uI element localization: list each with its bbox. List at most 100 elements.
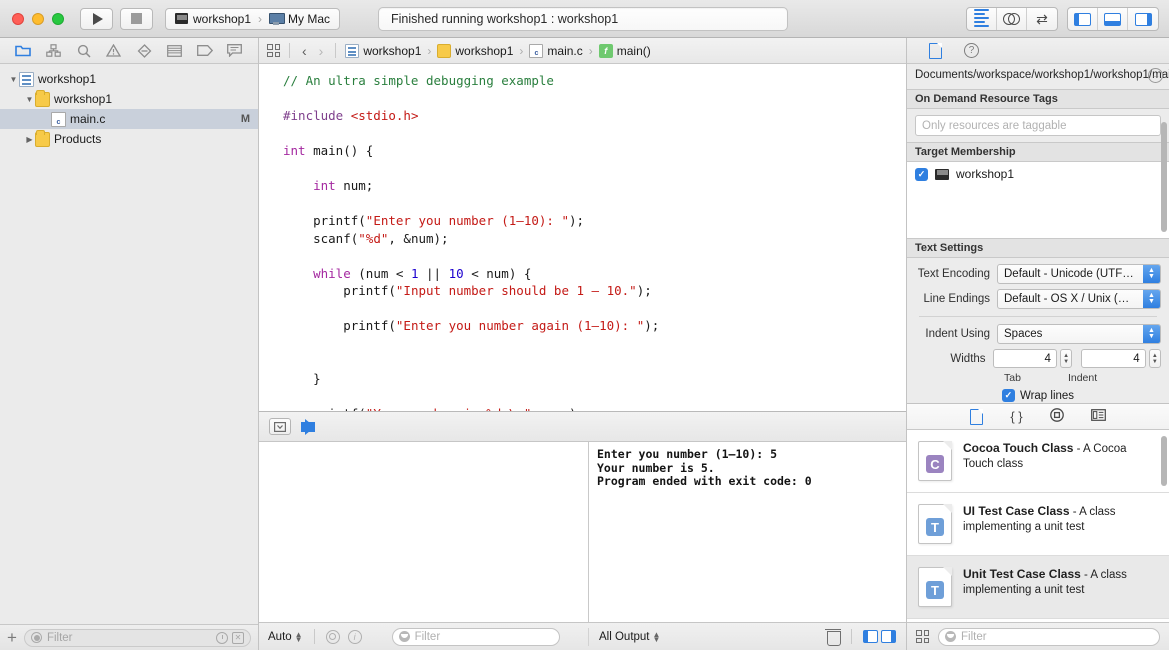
target-membership-row[interactable]: ✓ workshop1 <box>907 162 1169 186</box>
breadcrumb-item-workshop1[interactable]: workshop1 <box>345 43 421 58</box>
library-item[interactable]: T UI Test Case Class - A class implementi… <box>907 493 1169 556</box>
hide-debug-area-button[interactable] <box>269 418 291 435</box>
tree-item-label: workshop1 <box>54 92 113 106</box>
close-button[interactable] <box>12 12 24 25</box>
info-icon[interactable]: i <box>347 629 362 644</box>
run-stop-group <box>80 7 153 30</box>
code-token: ); <box>636 283 652 298</box>
scheme-selector[interactable]: workshop1 › My Mac <box>165 7 341 30</box>
report-navigator-icon[interactable] <box>226 43 244 59</box>
line-endings-select[interactable]: Default - OS X / Unix (… ▲ ▼ <box>997 289 1161 309</box>
tree-item-workshop1[interactable]: ▼ workshop1 <box>0 69 258 89</box>
console-view[interactable]: Enter you number (1–10): 5 Your number i… <box>589 442 906 622</box>
library-grid-icon[interactable] <box>916 630 929 643</box>
library-filter-placeholder: Filter <box>961 630 987 643</box>
output-popup[interactable]: All Output ▲ ▼ <box>599 630 660 643</box>
library-item-text: Unit Test Case Class - A class implement… <box>963 567 1159 597</box>
indent-width-field[interactable]: 4 <box>1081 349 1146 368</box>
stop-button[interactable] <box>120 7 153 30</box>
breadcrumb-item-workshop1[interactable]: workshop1 <box>437 43 513 58</box>
project-tree: ▼workshop1▼workshop1▼cmain.cM▶Products <box>0 64 258 624</box>
breadcrumb-item-mainc[interactable]: c main.c <box>529 43 583 58</box>
version-editor-button[interactable]: ⇄ <box>1027 8 1057 30</box>
library-filter-field[interactable]: Filter <box>938 627 1160 646</box>
navigator-tab-bar <box>0 38 258 64</box>
forward-button[interactable]: › <box>316 43 327 59</box>
wrap-lines-row[interactable]: ✓ Wrap lines <box>915 389 1161 402</box>
media-library-icon[interactable] <box>1090 409 1106 424</box>
run-button[interactable] <box>80 7 113 30</box>
toggle-navigator-button[interactable] <box>1068 8 1098 30</box>
library-item[interactable]: C Cocoa Touch Class - A Cocoa Touch class <box>907 430 1169 493</box>
indent-using-value: Spaces <box>1004 328 1043 340</box>
folder-icon <box>35 129 50 147</box>
template-glyph: T <box>926 518 944 536</box>
tree-item-workshop1[interactable]: ▼ workshop1 <box>0 89 258 109</box>
source-control-filter-icon[interactable]: ✕ <box>232 631 244 644</box>
wrap-lines-checkbox[interactable]: ✓ <box>1001 389 1015 402</box>
inspector-scrollbar[interactable] <box>1161 122 1167 232</box>
find-navigator-icon[interactable] <box>75 43 93 59</box>
template-glyph: C <box>926 455 944 473</box>
trash-icon[interactable] <box>825 629 841 646</box>
divider <box>851 629 852 644</box>
zoom-button[interactable] <box>52 12 64 25</box>
show-console-view-icon[interactable] <box>881 630 896 643</box>
code-token: , num); <box>531 406 584 412</box>
divider <box>335 43 337 58</box>
eye-icon[interactable] <box>325 629 340 644</box>
debug-toolbar <box>259 412 906 442</box>
reveal-in-finder-icon[interactable]: → <box>1148 68 1163 83</box>
add-file-button[interactable]: + <box>7 629 17 646</box>
file-template-library-icon[interactable] <box>970 408 984 425</box>
tab-width-stepper[interactable]: ▲ ▼ <box>1059 349 1073 368</box>
recent-files-icon[interactable] <box>216 631 228 644</box>
toggle-inspector-button[interactable] <box>1128 8 1158 30</box>
breakpoint-navigator-icon[interactable] <box>196 43 214 59</box>
tree-item-products[interactable]: ▶ Products <box>0 129 258 149</box>
disclosure-open-icon[interactable]: ▼ <box>8 75 19 84</box>
indent-using-select[interactable]: Spaces ▲ ▼ <box>997 324 1161 344</box>
project-navigator-icon[interactable] <box>14 43 32 59</box>
editor-pane: ‹ › workshop1 › workshop1 › c main.c › f main() … <box>259 38 907 650</box>
code-snippet-library-icon[interactable]: { } <box>1010 409 1022 424</box>
back-button[interactable]: ‹ <box>299 43 310 59</box>
source-editor[interactable]: // An ultra simple debugging example #in… <box>259 64 906 411</box>
library-item[interactable]: T Unit Test Case Class - A class implemen… <box>907 556 1169 619</box>
tab-width-field[interactable]: 4 <box>992 349 1057 368</box>
library-list[interactable]: C Cocoa Touch Class - A Cocoa Touch class… <box>907 430 1169 622</box>
main-content: ▼ workshop1 ▼ workshop1 ▼cmain.cM▶Products +… <box>0 38 1169 650</box>
toggle-debug-area-button[interactable] <box>1098 8 1128 30</box>
indent-width-stepper[interactable]: ▲ ▼ <box>1148 349 1161 368</box>
text-encoding-select[interactable]: Default - Unicode (UTF… ▲ ▼ <box>997 264 1161 284</box>
test-navigator-icon[interactable] <box>135 43 153 59</box>
library-scrollbar[interactable] <box>1161 436 1167 486</box>
debug-area-toggle-icon <box>1104 12 1121 26</box>
debug-navigator-icon[interactable] <box>165 43 183 59</box>
odr-tags-field[interactable]: Only resources are taggable <box>915 115 1161 136</box>
breadcrumb-item-main[interactable]: f main() <box>598 43 651 58</box>
variables-filter-field[interactable]: Filter <box>391 627 560 646</box>
tree-item-main-c[interactable]: ▼cmain.cM <box>0 109 258 129</box>
divider <box>289 43 290 58</box>
source-control-navigator-icon[interactable] <box>44 43 62 59</box>
object-library-icon[interactable] <box>1049 408 1064 425</box>
disclosure-open-icon[interactable]: ▼ <box>24 95 35 104</box>
minimize-button[interactable] <box>32 12 44 25</box>
scope-popup[interactable]: Auto ▲ ▼ <box>268 630 303 643</box>
variables-view[interactable] <box>259 442 589 622</box>
standard-editor-button[interactable] <box>967 8 997 30</box>
quick-help-icon[interactable]: ? <box>964 43 979 58</box>
target-checkbox[interactable]: ✓ <box>915 167 928 181</box>
assistant-editor-button[interactable] <box>997 8 1027 30</box>
file-inspector-icon[interactable] <box>929 42 942 59</box>
line-endings-label: Line Endings <box>923 293 991 305</box>
show-variables-view-icon[interactable] <box>863 630 878 643</box>
issue-navigator-icon[interactable] <box>105 43 123 59</box>
breakpoint-flag-icon[interactable] <box>301 418 315 435</box>
navigator-filter-field[interactable]: Filter ✕ <box>23 628 251 647</box>
scope-label: Auto <box>268 630 292 643</box>
disclosure-closed-icon[interactable]: ▶ <box>24 135 35 144</box>
related-items-icon[interactable] <box>267 44 280 57</box>
navigator-toggle-icon <box>1074 12 1091 26</box>
